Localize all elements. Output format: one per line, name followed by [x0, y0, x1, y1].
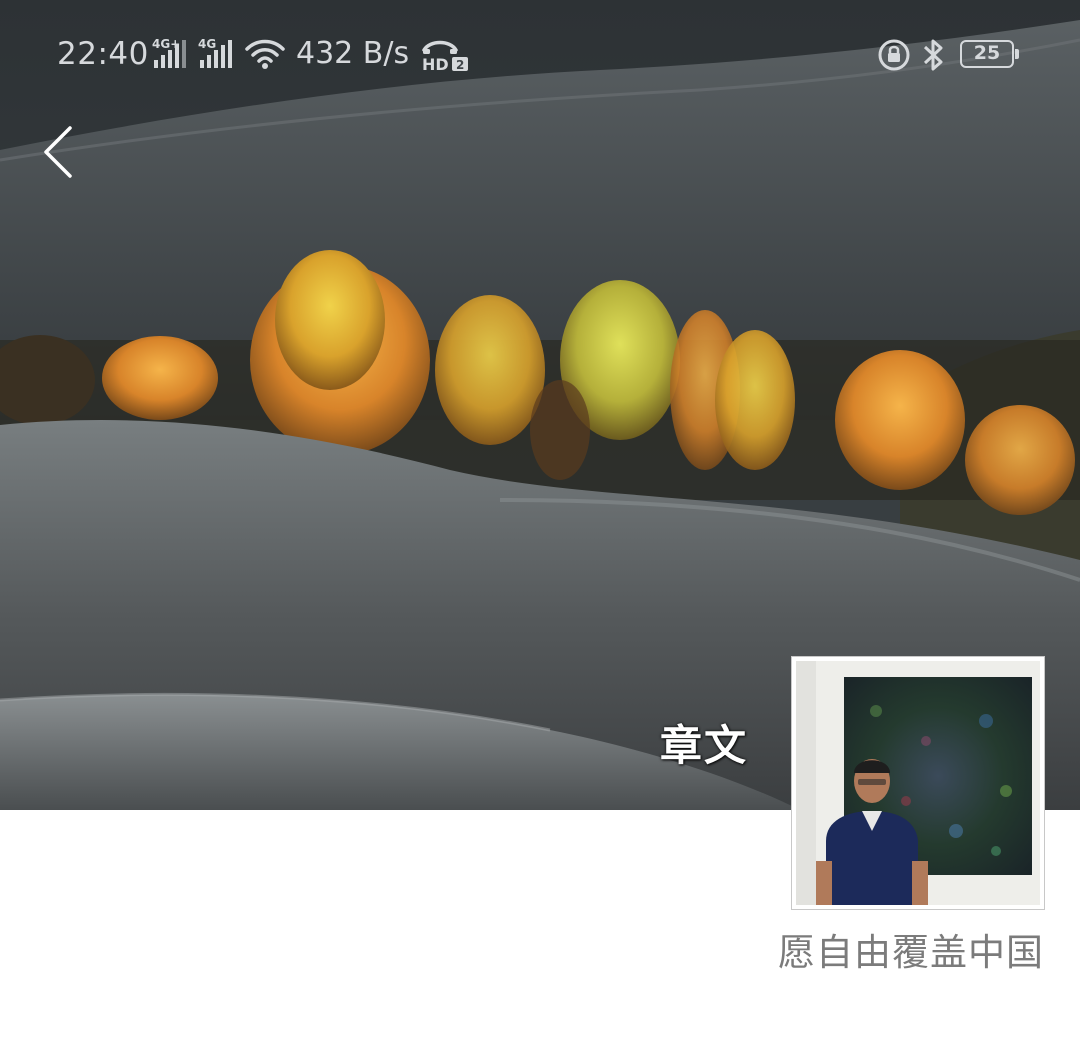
profile-motto: 愿自由覆盖中国 [778, 931, 1044, 974]
bluetooth-icon [923, 39, 943, 71]
avatar[interactable] [792, 657, 1044, 909]
back-button[interactable] [36, 122, 92, 182]
signal-icon: 4G+ [152, 38, 188, 70]
hd-call-icon: HD 2 [422, 40, 468, 72]
status-bar: 22:40 4G+ 4G 432 B/s HD 2 25 [0, 0, 1080, 110]
network-speed: 432 B/s [296, 36, 410, 71]
hd-label: HD [422, 55, 449, 72]
battery-level: 25 [973, 42, 1001, 64]
status-time: 22:40 [57, 36, 149, 72]
battery-icon: 25 [960, 40, 1019, 68]
rotation-lock-icon [878, 39, 910, 71]
signal-2-label: 4G [198, 37, 217, 51]
chevron-left-icon [44, 126, 72, 178]
avatar-photo [796, 661, 1040, 905]
author-name: 章文 [660, 721, 749, 770]
wifi-icon [245, 39, 285, 69]
hd-sub: 2 [456, 58, 464, 72]
signal-icon: 4G [198, 38, 234, 70]
